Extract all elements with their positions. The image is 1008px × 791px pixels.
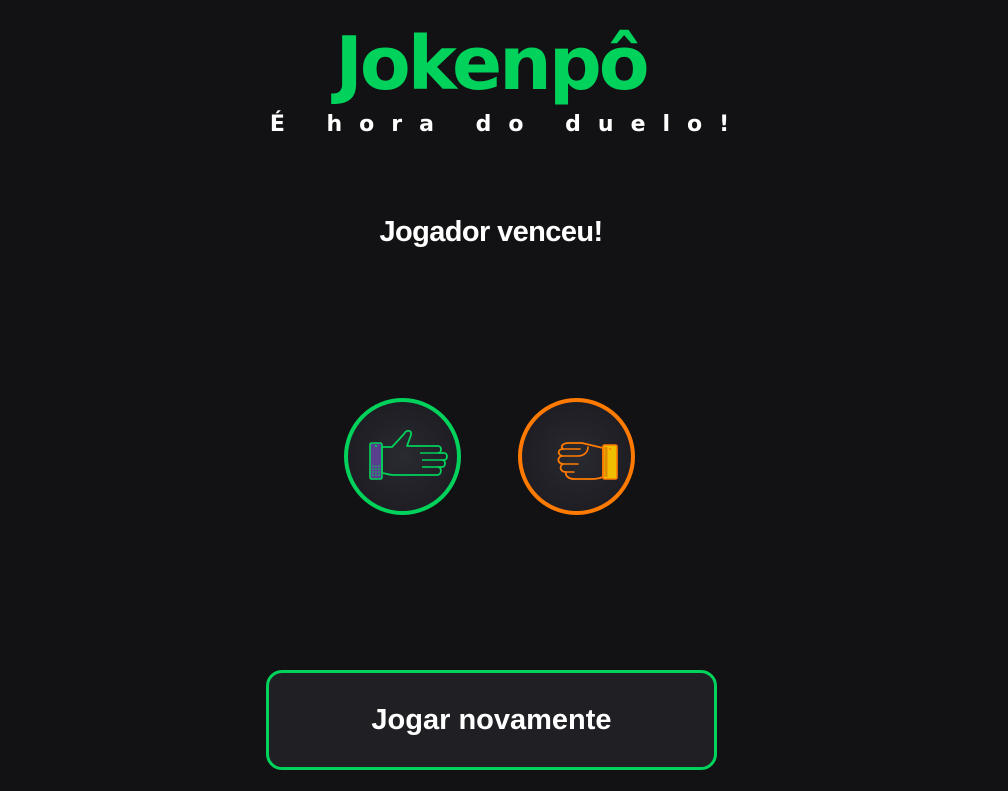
result-message: Jogador venceu! <box>379 216 603 248</box>
cpu-choice <box>518 398 635 515</box>
paper-hand-icon <box>369 429 448 480</box>
app-subtitle: É hora do duelo! <box>269 112 747 137</box>
rock-fist-icon <box>557 442 618 480</box>
player-choice <box>344 398 461 515</box>
play-again-button[interactable]: Jogar novamente <box>266 670 717 770</box>
app-title: Jokenpô <box>335 21 649 107</box>
